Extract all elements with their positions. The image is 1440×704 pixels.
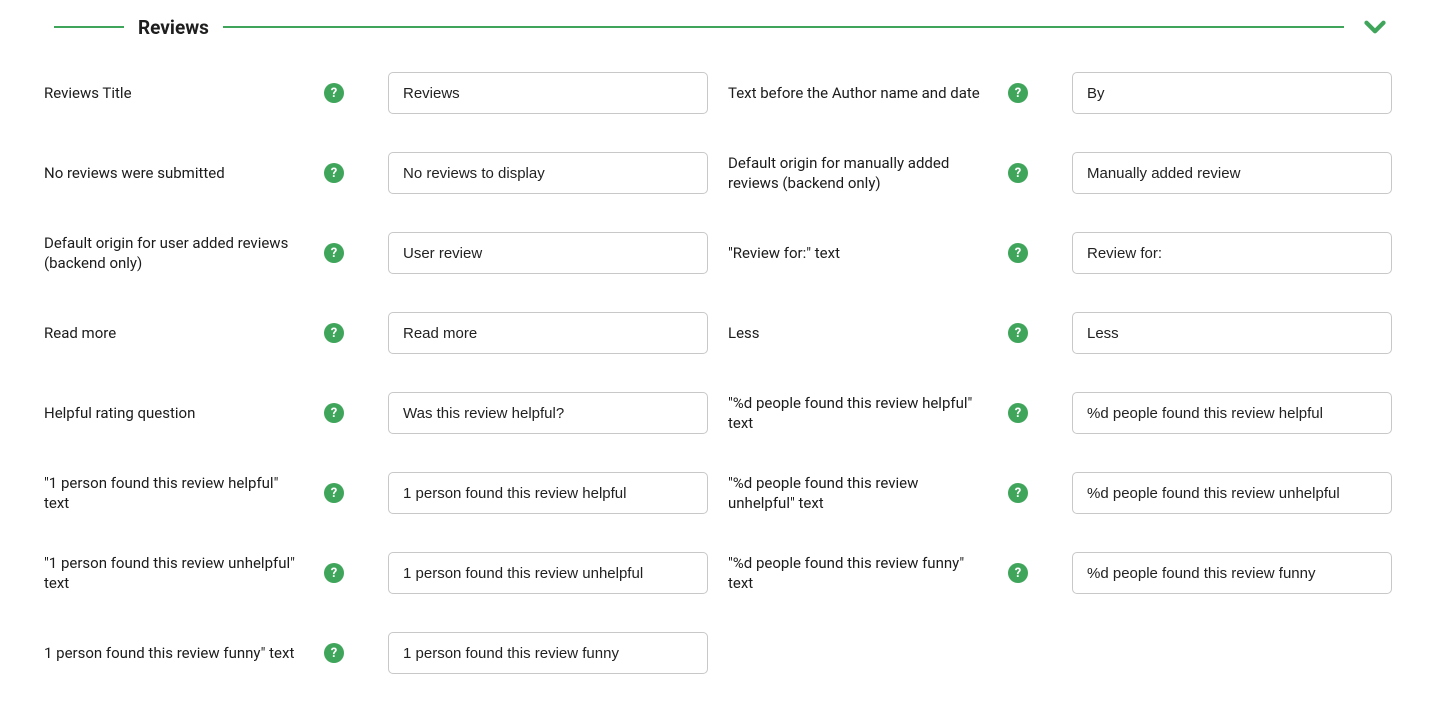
help-icon[interactable]: ? [1008,403,1028,423]
field-label: Less [728,323,988,343]
d-helpful-input[interactable] [1072,392,1392,434]
field-label: Helpful rating question [44,403,304,423]
reviews-title-input[interactable] [388,72,708,114]
fields-grid: Reviews Title ? Text before the Author n… [20,72,1420,674]
review-for-input[interactable] [1072,232,1392,274]
help-icon[interactable]: ? [1008,243,1028,263]
collapse-toggle[interactable] [1358,10,1402,44]
help-icon[interactable]: ? [324,403,344,423]
help-icon[interactable]: ? [324,163,344,183]
help-icon[interactable]: ? [324,563,344,583]
author-prefix-input[interactable] [1072,72,1392,114]
help-icon[interactable]: ? [324,243,344,263]
read-more-input[interactable] [388,312,708,354]
section-title: Reviews [138,16,209,39]
d-funny-input[interactable] [1072,552,1392,594]
origin-manual-input[interactable] [1072,152,1392,194]
field-label: 1 person found this review funny" text [44,643,304,663]
field-label: "%d people found this review funny" text [728,553,988,594]
one-funny-input[interactable] [388,632,708,674]
field-label: Reviews Title [44,83,304,103]
helpful-question-input[interactable] [388,392,708,434]
field-label: Default origin for user added reviews (b… [44,233,304,274]
field-label: Text before the Author name and date [728,83,988,103]
chevron-down-icon [1358,10,1392,44]
field-label: "%d people found this review helpful" te… [728,393,988,434]
help-icon[interactable]: ? [324,323,344,343]
help-icon[interactable]: ? [1008,323,1028,343]
field-label: "1 person found this review unhelpful" t… [44,553,304,594]
help-icon[interactable]: ? [324,83,344,103]
no-reviews-input[interactable] [388,152,708,194]
settings-form: Reviews Reviews Title ? Text before the … [20,10,1420,674]
field-label: "%d people found this review unhelpful" … [728,473,988,514]
one-unhelpful-input[interactable] [388,552,708,594]
help-icon[interactable]: ? [324,483,344,503]
help-icon[interactable]: ? [324,643,344,663]
one-helpful-input[interactable] [388,472,708,514]
field-label: No reviews were submitted [44,163,304,183]
help-icon[interactable]: ? [1008,483,1028,503]
origin-user-input[interactable] [388,232,708,274]
field-label: "Review for:" text [728,243,988,263]
divider [223,26,1344,28]
less-input[interactable] [1072,312,1392,354]
section-header: Reviews [20,10,1420,44]
help-icon[interactable]: ? [1008,163,1028,183]
help-icon[interactable]: ? [1008,83,1028,103]
field-label: Default origin for manually added review… [728,153,988,194]
field-label: "1 person found this review helpful" tex… [44,473,304,514]
field-label: Read more [44,323,304,343]
divider [54,26,124,28]
d-unhelpful-input[interactable] [1072,472,1392,514]
help-icon[interactable]: ? [1008,563,1028,583]
